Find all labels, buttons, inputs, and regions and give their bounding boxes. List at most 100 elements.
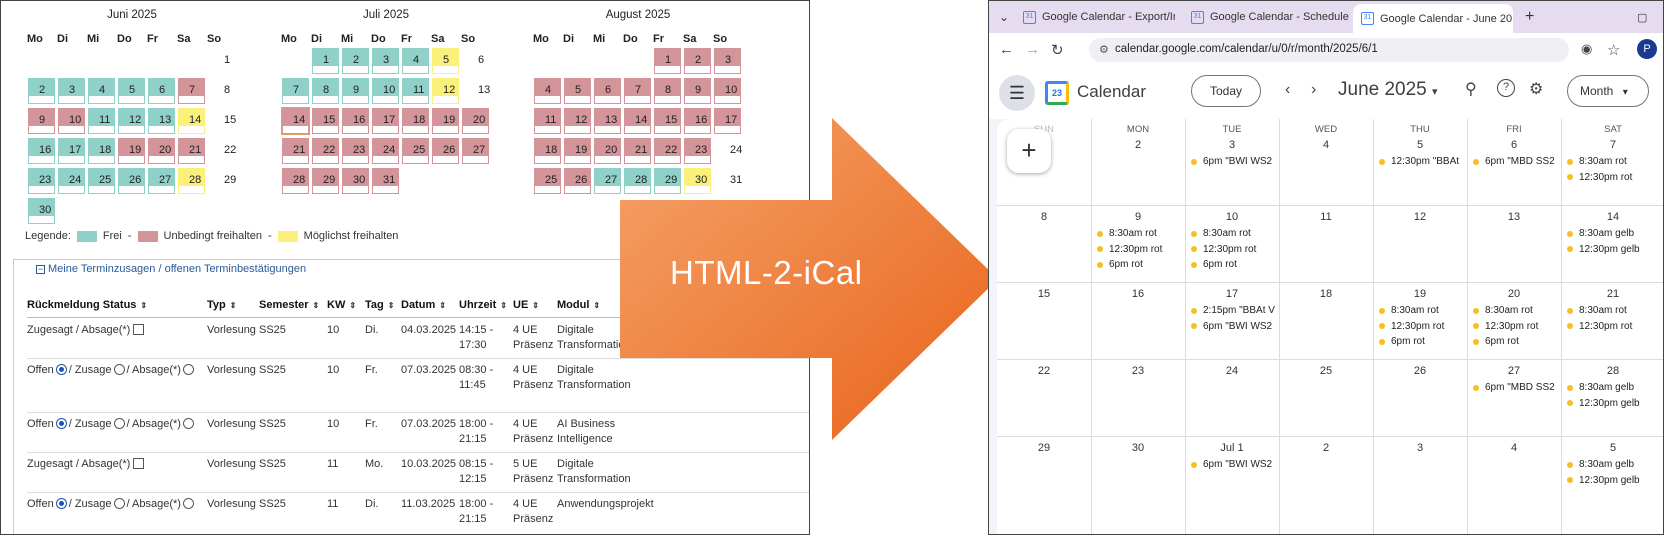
day-cell[interactable]: 27 — [147, 167, 176, 195]
site-info-icon[interactable]: ⚙ — [1099, 43, 1109, 56]
day-cell[interactable]: 19 — [563, 137, 592, 165]
day-number[interactable]: 13 — [1467, 211, 1561, 223]
sort-icon[interactable]: ⇕ — [593, 301, 600, 310]
day-cell[interactable]: 10 — [713, 77, 742, 105]
day-cell[interactable]: 16 — [341, 107, 370, 135]
day-cell[interactable]: 1 — [311, 47, 340, 75]
sort-icon[interactable]: ⇕ — [140, 301, 147, 310]
event-chip[interactable]: 6pm rot — [1473, 336, 1559, 347]
day-number[interactable]: 3 — [1185, 139, 1279, 151]
day-cell[interactable]: 20 — [147, 137, 176, 165]
month-title[interactable]: June 2025 ▾ — [1338, 79, 1438, 101]
day-cell[interactable]: 19 — [117, 137, 146, 165]
event-chip[interactable]: 12:30pm rot — [1567, 321, 1663, 332]
day-number[interactable]: 29 — [997, 442, 1091, 454]
tab-search-icon[interactable]: ⌄ — [991, 5, 1017, 29]
back-icon[interactable]: ← — [999, 41, 1014, 58]
day-number[interactable]: 28 — [1561, 365, 1663, 377]
chevron-left-icon[interactable]: ‹ — [1285, 81, 1290, 99]
create-event-button[interactable]: + — [1007, 129, 1051, 173]
day-cell[interactable]: 2 — [683, 47, 712, 75]
collapse-icon[interactable]: − — [36, 264, 45, 274]
event-chip[interactable]: 8:30am rot — [1097, 228, 1183, 239]
day-cell[interactable]: 4 — [533, 77, 562, 105]
event-chip[interactable]: 2:15pm "BBAt V — [1191, 305, 1277, 316]
day-cell[interactable]: 5 — [563, 77, 592, 105]
day-number[interactable]: 5 — [1373, 139, 1467, 151]
day-cell[interactable]: 25 — [533, 167, 562, 195]
day-number[interactable]: 2 — [1091, 139, 1185, 151]
event-chip[interactable]: 8:30am rot — [1567, 156, 1663, 167]
day-cell[interactable]: 25 — [87, 167, 116, 195]
day-number[interactable]: 19 — [1373, 288, 1467, 300]
decline-radio[interactable] — [182, 498, 194, 509]
event-chip[interactable]: 6pm "BWI WS2 — [1191, 156, 1277, 167]
day-cell[interactable]: 21 — [177, 137, 206, 165]
day-number[interactable]: 16 — [1091, 288, 1185, 300]
day-cell[interactable]: 29 — [311, 167, 340, 195]
day-cell[interactable]: 18 — [87, 137, 116, 165]
day-cell[interactable]: 27 — [461, 137, 490, 165]
accept-radio[interactable] — [113, 364, 125, 375]
day-cell[interactable]: 2 — [27, 77, 56, 105]
column-header[interactable]: Rückmeldung Status ⇕ — [27, 299, 147, 311]
day-number[interactable]: 23 — [1091, 365, 1185, 377]
event-chip[interactable]: 12:30pm rot — [1379, 321, 1465, 332]
day-number[interactable]: 12 — [1373, 211, 1467, 223]
day-cell[interactable]: 6 — [147, 77, 176, 105]
day-number[interactable]: 8 — [997, 211, 1091, 223]
sort-icon[interactable]: ⇕ — [230, 301, 237, 310]
event-chip[interactable]: 6pm "BWI WS2 — [1191, 459, 1277, 470]
day-cell[interactable]: 23 — [27, 167, 56, 195]
event-chip[interactable]: 8:30am gelb — [1567, 228, 1663, 239]
day-number[interactable]: 3 — [1373, 442, 1467, 454]
profile-avatar[interactable]: P — [1637, 39, 1657, 59]
search-icon[interactable]: ⚲ — [1465, 79, 1477, 99]
day-number[interactable]: 2 — [1279, 442, 1373, 454]
column-header[interactable]: Semester ⇕ — [259, 299, 319, 311]
eye-icon[interactable]: ◉ — [1581, 41, 1592, 57]
event-chip[interactable]: 12:30pm gelb — [1567, 398, 1663, 409]
day-number[interactable]: 9 — [1091, 211, 1185, 223]
day-cell[interactable]: 24 — [371, 137, 400, 165]
forward-icon[interactable]: → — [1025, 41, 1040, 58]
day-number[interactable]: 7 — [1561, 139, 1663, 151]
column-header[interactable]: Uhrzeit ⇕ — [459, 299, 507, 311]
day-cell[interactable]: 4 — [401, 47, 430, 75]
sort-icon[interactable]: ⇕ — [388, 301, 395, 310]
day-cell[interactable]: 20 — [461, 107, 490, 135]
event-chip[interactable]: 8:30am rot — [1567, 305, 1663, 316]
day-cell[interactable]: 5 — [117, 77, 146, 105]
view-switcher[interactable]: Month ▾ — [1567, 75, 1649, 107]
open-radio[interactable] — [55, 418, 67, 429]
day-cell[interactable]: 13 — [593, 107, 622, 135]
day-cell[interactable]: 14 — [281, 107, 310, 135]
day-number[interactable]: 22 — [997, 365, 1091, 377]
browser-tab-active[interactable]: 31 Google Calendar - June 20 ✕ — [1353, 4, 1513, 33]
day-cell[interactable]: 26 — [563, 167, 592, 195]
event-chip[interactable]: 8:30am rot — [1191, 228, 1277, 239]
settings-gear-icon[interactable]: ⚙ — [1529, 79, 1543, 99]
event-chip[interactable]: 8:30am gelb — [1567, 382, 1663, 393]
decline-checkbox[interactable] — [133, 324, 145, 335]
day-number[interactable]: 6 — [1467, 139, 1561, 151]
day-cell[interactable]: 28 — [281, 167, 310, 195]
day-number[interactable]: 25 — [1279, 365, 1373, 377]
day-cell[interactable]: 7 — [177, 77, 206, 105]
browser-tab[interactable]: 31 Google Calendar - Export/Ir ✕ — [1015, 5, 1175, 29]
event-chip[interactable]: 6pm rot — [1097, 259, 1183, 270]
day-cell[interactable]: 3 — [371, 47, 400, 75]
day-cell[interactable]: 28 — [177, 167, 206, 195]
day-cell[interactable]: 12 — [563, 107, 592, 135]
day-cell[interactable]: 26 — [117, 167, 146, 195]
event-chip[interactable]: 12:30pm rot — [1097, 244, 1183, 255]
day-cell[interactable]: 31 — [371, 167, 400, 195]
help-icon[interactable]: ? — [1497, 79, 1515, 97]
minimize-icon[interactable]: ▢ — [1629, 5, 1655, 29]
event-chip[interactable]: 12:30pm gelb — [1567, 475, 1663, 486]
day-cell[interactable]: 30 — [341, 167, 370, 195]
column-header[interactable]: Tag ⇕ — [365, 299, 394, 311]
decline-checkbox[interactable] — [133, 458, 145, 469]
event-chip[interactable]: 8:30am rot — [1379, 305, 1465, 316]
bookmark-star-icon[interactable]: ☆ — [1607, 41, 1620, 59]
